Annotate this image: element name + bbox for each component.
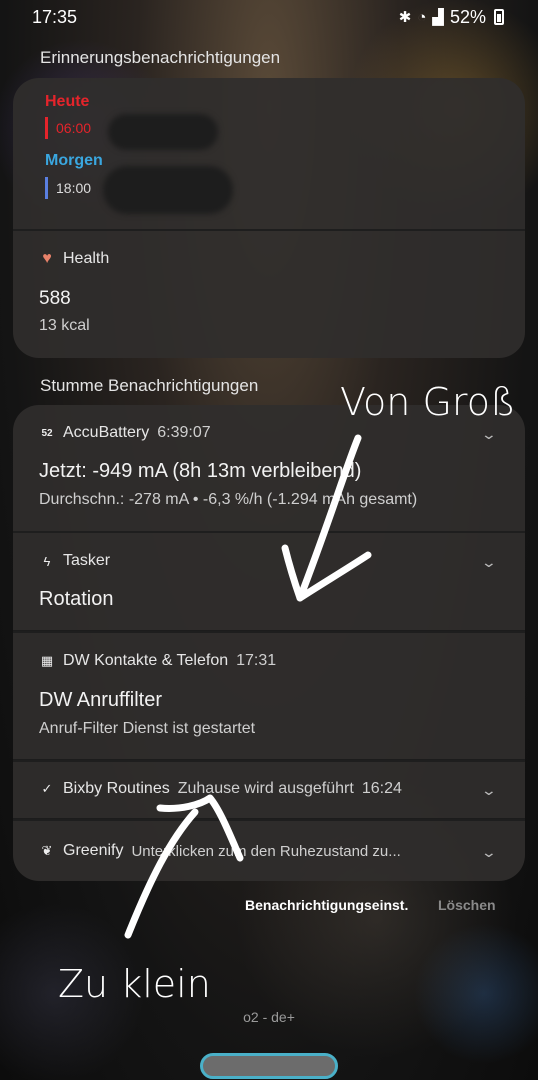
dw-time: 17:31 [236,652,277,669]
bixby-text: Zuhause wird ausgeführt [177,780,354,797]
health-header: ♥ Health [39,250,109,268]
dw-app-name: DW Kontakte & Telefon [63,652,229,669]
clock: 17:35 [32,6,78,27]
annotation-text-top: Von Groß [340,380,516,424]
lightning-icon: ϟ [43,553,51,569]
redaction-blob [103,166,233,214]
status-icons: ✱ ◔ ▟ 52% [399,7,504,28]
tasker-app-name: Tasker [63,552,111,569]
tomorrow-event: 18:00 [45,177,91,199]
carrier-label: o2 - de+ [243,1009,295,1025]
bixby-header: ✓ Bixby Routines Zuhause wird ausgeführt… [39,780,402,798]
dw-header: ▦ DW Kontakte & Telefon 17:31 [39,652,276,670]
tasker-title: Rotation [39,588,114,610]
today-label: Heute [45,93,90,110]
dw-notification[interactable]: ▦ DW Kontakte & Telefon 17:31 DW Anruffi… [13,633,525,760]
bluetooth-icon: ✱ [398,9,412,26]
accubattery-header: 52 AccuBattery 6:39:07 [39,424,211,442]
accubattery-notification[interactable]: 52 AccuBattery 6:39:07 ⌄ Jetzt: -949 mA … [13,405,525,532]
dw-detail: Anruf-Filter Dienst ist gestartet [39,720,256,737]
tomorrow-event-time: 18:00 [56,180,92,196]
annotation-text-bottom: Zu klein [58,962,211,1006]
bixby-notification[interactable]: ✓ Bixby Routines Zuhause wird ausgeführt… [13,762,525,819]
greenify-app-name: Greenify [63,842,124,859]
status-bar: 17:35 ✱ ◔ ▟ 52% [0,0,538,34]
heart-pulse-icon: ♥ [42,250,52,267]
today-event: 06:00 [45,117,91,139]
battery-icon [494,9,504,25]
accubattery-detail: Durchschn.: -278 mA • -6,3 %/h (-1.294 m… [39,491,418,508]
tasker-header: ϟ Tasker [39,552,111,570]
grid-icon: ▦ [40,653,54,668]
tomorrow-label: Morgen [45,152,103,169]
wifi-icon: ◔ [417,8,427,26]
tasker-notification[interactable]: ϟ Tasker ⌄ Rotation [13,533,525,631]
health-kcal: 13 kcal [39,317,90,334]
tomorrow-event-bar [45,177,48,199]
reminders-card: Heute 06:00 Morgen 18:00 ♥ Health 588 13… [13,78,525,358]
clear-button[interactable]: Löschen [438,897,496,913]
today-event-bar [45,117,48,139]
health-app-name: Health [63,250,110,267]
accubattery-app-name: AccuBattery [63,424,150,441]
expand-chevron-icon[interactable]: ⌄ [481,782,497,799]
expand-chevron-icon[interactable]: ⌄ [481,554,497,571]
redaction-blob [108,114,218,150]
health-value: 588 [39,288,71,309]
reminders-section-title: Erinnerungsbenachrichtigungen [40,48,281,67]
greenify-notification[interactable]: ❦ Greenify Unterklicken zum den Ruhezust… [13,821,525,881]
silent-section-title: Stumme Benachrichtigungen [40,376,259,395]
accubattery-time: 6:39:07 [157,424,211,441]
bixby-time: 16:24 [361,780,402,797]
check-circle-icon: ✓ [41,781,53,796]
silent-notifications-card: 52 AccuBattery 6:39:07 ⌄ Jetzt: -949 mA … [13,405,525,881]
expand-chevron-icon[interactable]: ⌄ [481,426,497,443]
calendar-notification[interactable]: Heute 06:00 Morgen 18:00 [13,78,525,230]
battery-percent: 52% [449,6,486,27]
expand-chevron-icon[interactable]: ⌄ [481,844,497,861]
signal-icon: ▟ [432,9,444,26]
bixby-app-name: Bixby Routines [63,780,170,797]
home-handle[interactable] [200,1053,338,1079]
accubattery-icon: 52 [41,427,53,439]
health-notification[interactable]: ♥ Health 588 13 kcal [13,231,525,358]
greenify-header: ❦ Greenify Unterklicken zum den Ruhezust… [39,842,401,860]
leaf-icon: ❦ [41,843,53,858]
notification-settings-button[interactable]: Benachrichtigungseinst. [245,897,408,913]
today-event-time: 06:00 [56,120,92,136]
greenify-text: Unterklicken zum den Ruhezustand zu... [131,842,401,860]
accubattery-title: Jetzt: -949 mA (8h 13m verbleibend) [39,460,362,482]
dw-title: DW Anruffilter [39,689,162,711]
